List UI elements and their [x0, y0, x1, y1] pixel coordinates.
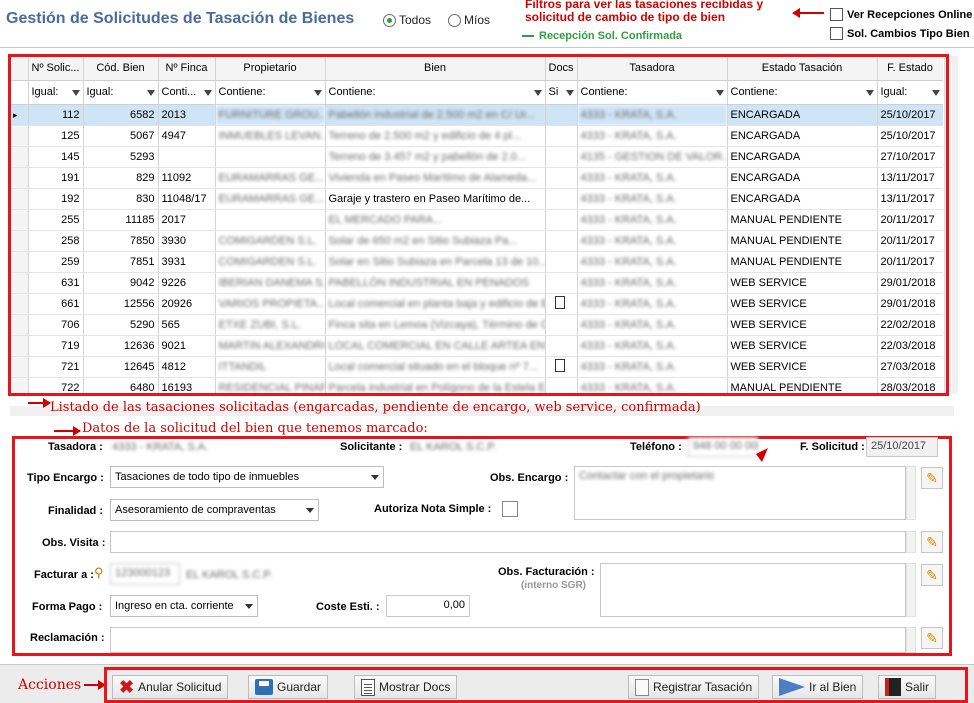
fsolicitud-field[interactable]: 25/10/2017: [866, 437, 938, 457]
checkbox-sol-cambios[interactable]: Sol. Cambios Tipo Bien: [830, 27, 970, 40]
reclamacion-label: Reclamación :: [30, 632, 105, 644]
document-icon: [635, 678, 649, 696]
arrow-right-icon: [779, 678, 805, 696]
registrar-label: Registrar Tasación: [653, 680, 753, 694]
telefono-label: Teléfono :: [630, 441, 682, 453]
pencil-icon: ✎: [926, 533, 938, 550]
solicitante-label: Solicitante :: [340, 441, 403, 453]
obs-encargo-scrollbar[interactable]: [906, 466, 916, 520]
annotation-arrow-icon: [28, 398, 51, 408]
search-icon[interactable]: ⚲: [94, 565, 104, 581]
salir-label: Salir: [905, 680, 930, 694]
forma-pago-value: Ingreso en cta. corriente: [115, 600, 234, 612]
radio-selected-icon: [383, 13, 396, 27]
obs-visita-input[interactable]: [110, 531, 906, 553]
solicitante-value: EL KAROL S.C.P.: [410, 441, 497, 453]
forma-pago-select[interactable]: Ingreso en cta. corriente: [110, 595, 258, 617]
obs-visita-scrollbar[interactable]: [906, 531, 916, 553]
coste-input[interactable]: 0,00: [386, 595, 470, 617]
edit-obs-encargo-button[interactable]: ✎: [921, 467, 943, 489]
guardar-button[interactable]: Guardar: [248, 675, 329, 699]
radio-unselected-icon: [448, 13, 461, 27]
radio-mios[interactable]: Míos: [448, 13, 490, 27]
checkbox-icon: [830, 27, 843, 40]
obs-facturacion-label: Obs. Facturación :: [498, 566, 595, 578]
facturar-code-field[interactable]: 123000123: [110, 563, 180, 585]
finalidad-label: Finalidad :: [48, 505, 103, 517]
ir-bien-label: Ir al Bien: [809, 680, 857, 694]
annotation-arrow-icon: [756, 448, 768, 462]
telefono-field[interactable]: 948 00 00 00: [688, 437, 758, 457]
edit-reclamacion-button[interactable]: ✎: [921, 627, 943, 649]
edit-obs-visita-button[interactable]: ✎: [921, 531, 943, 553]
page-title: Gestión de Solicitudes de Tasación de Bi…: [6, 10, 355, 27]
edit-obs-facturacion-button[interactable]: ✎: [921, 564, 943, 586]
mostrar-docs-button[interactable]: Mostrar Docs: [354, 675, 458, 699]
checkbox-icon: [830, 8, 843, 21]
divider: [0, 47, 974, 48]
obs-visita-label: Obs. Visita :: [42, 537, 106, 549]
anular-label: Anular Solicitud: [138, 680, 222, 694]
legend-confirmada: Recepción Sol. Confirmada: [522, 30, 682, 42]
fsolicitud-label: F. Solicitud :: [800, 441, 865, 453]
radio-todos-label: Todos: [399, 13, 432, 27]
facturar-label: Facturar a :: [34, 569, 94, 581]
finalidad-select[interactable]: Asesoramiento de compraventas: [110, 499, 319, 521]
legend-line-icon: [522, 35, 534, 37]
forma-pago-label: Forma Pago :: [32, 601, 103, 613]
chevron-down-icon: [371, 474, 379, 480]
exit-door-icon: [885, 678, 901, 696]
checkbox-label: Ver Recepciones Online: [847, 8, 973, 21]
tasadora-label: Tasadora :: [48, 441, 103, 453]
annotation-filters: Filtros para ver las tasaciones recibida…: [525, 0, 764, 24]
guardar-label: Guardar: [277, 680, 322, 694]
coste-label: Coste Esti. :: [316, 601, 380, 613]
finalidad-value: Asesoramiento de compraventas: [115, 504, 276, 516]
mostrar-docs-label: Mostrar Docs: [379, 680, 451, 694]
save-icon: [255, 679, 273, 695]
clipboard-icon: [361, 678, 375, 696]
annotation-datos: Datos de la solicitud del bien que tenem…: [82, 421, 428, 436]
annotation-listado: Listado de las tasaciones solicitadas (e…: [50, 400, 701, 415]
obs-encargo-label: Obs. Encargo :: [490, 472, 569, 484]
tipo-encargo-label: Tipo Encargo :: [27, 472, 104, 484]
obs-encargo-textarea[interactable]: Contactar con el propietario: [574, 466, 906, 520]
facturar-name: EL KAROL S.C.P.: [186, 569, 273, 581]
autoriza-checkbox[interactable]: [502, 501, 518, 517]
tasadora-value: 4333 - KRATA, S.A.: [112, 441, 209, 453]
radio-mios-label: Míos: [464, 13, 491, 27]
pencil-icon: ✎: [926, 629, 938, 646]
reclamacion-textarea[interactable]: [110, 627, 906, 653]
ir-al-bien-button[interactable]: Ir al Bien: [772, 675, 864, 699]
obs-facturacion-scrollbar[interactable]: [906, 563, 916, 617]
legend-label: Recepción Sol. Confirmada: [539, 30, 683, 42]
obs-facturacion-textarea[interactable]: [600, 563, 906, 617]
chevron-down-icon: [245, 603, 253, 609]
annotation-arrow-icon: [792, 8, 824, 18]
tipo-encargo-select[interactable]: Tasaciones de todo tipo de inmuebles: [110, 466, 384, 488]
close-icon: ✖: [119, 677, 135, 697]
checkbox-label: Sol. Cambios Tipo Bien: [847, 27, 970, 40]
tipo-encargo-value: Tasaciones de todo tipo de inmuebles: [115, 471, 300, 483]
annotation-acciones: Acciones: [18, 677, 82, 693]
checkbox-ver-recepciones[interactable]: Ver Recepciones Online: [830, 8, 972, 21]
obs-encargo-value: Contactar con el propietario: [579, 470, 715, 482]
reclamacion-scrollbar[interactable]: [906, 627, 916, 653]
pencil-icon: ✎: [926, 566, 938, 583]
salir-button[interactable]: Salir: [878, 675, 937, 699]
autoriza-label: Autoriza Nota Simple :: [374, 503, 492, 515]
pencil-icon: ✎: [926, 469, 938, 486]
anular-solicitud-button[interactable]: ✖ Anular Solicitud: [112, 675, 229, 699]
annotation-box-grid: [8, 54, 949, 396]
obs-facturacion-sublabel: (interno SGR): [521, 580, 586, 591]
chevron-down-icon: [306, 507, 314, 513]
radio-todos[interactable]: Todos: [383, 13, 431, 27]
registrar-tasacion-button[interactable]: Registrar Tasación: [628, 675, 760, 699]
